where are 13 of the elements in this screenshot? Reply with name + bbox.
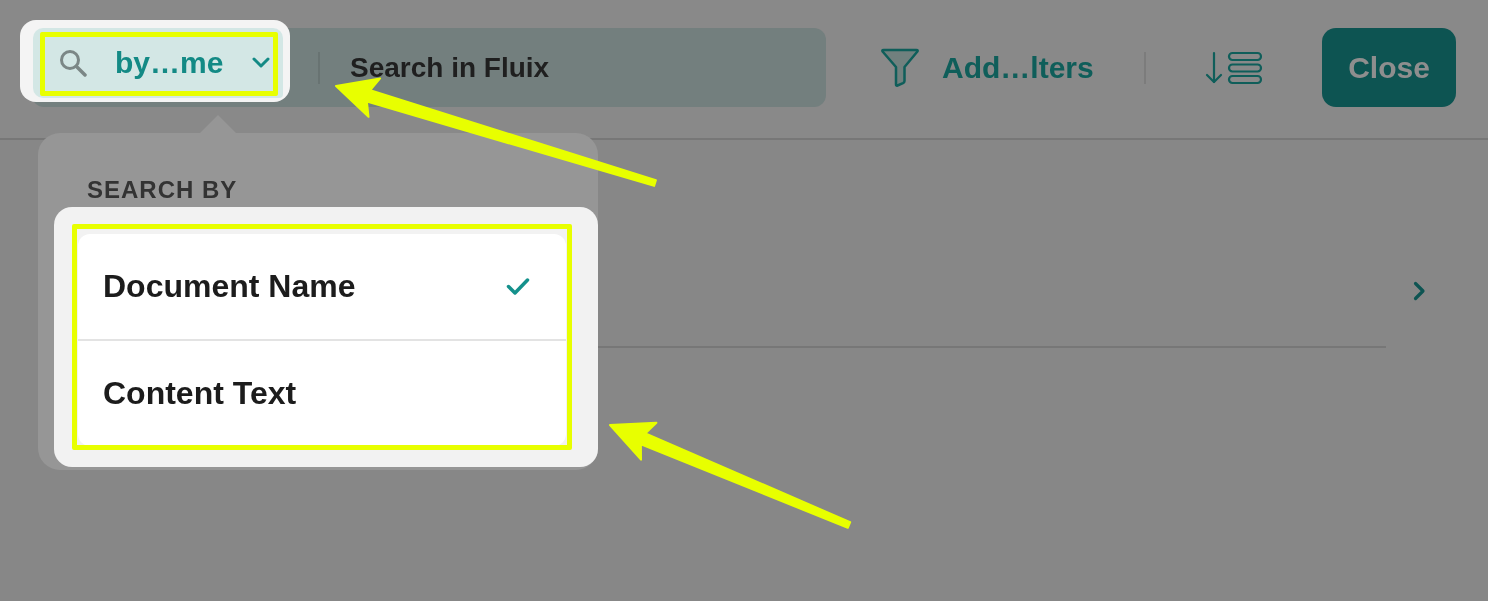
section-title: SEARCH BY (87, 176, 238, 204)
search-option[interactable]: Document Name (78, 234, 566, 339)
add-filters-button[interactable]: Add…lters (880, 47, 1094, 88)
search-option[interactable]: Content Text (78, 339, 566, 446)
filter-icon (880, 47, 920, 88)
search-field[interactable]: Search in Fluix (350, 47, 826, 88)
search-icon (58, 49, 88, 77)
checkmark-icon (506, 277, 530, 296)
close-button[interactable]: Close (1322, 28, 1456, 107)
chevron-right-icon (1413, 281, 1426, 301)
chevron-down-icon (252, 57, 270, 69)
sort-button[interactable] (1204, 50, 1263, 85)
sort-icon (1204, 50, 1263, 85)
